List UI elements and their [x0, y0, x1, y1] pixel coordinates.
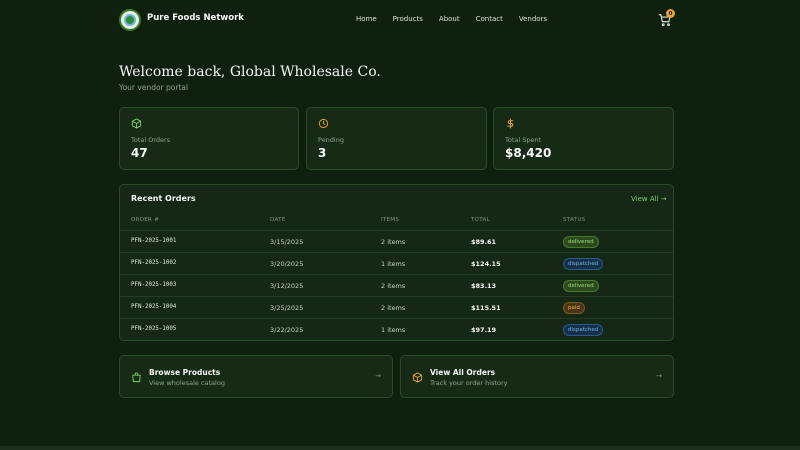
order-total: $115.51: [471, 304, 501, 312]
order-id[interactable]: PFN-2025-1005: [131, 326, 176, 332]
welcome-title: Welcome back, Global Wholesale Co.: [119, 64, 381, 80]
recent-orders-panel: Recent Orders View All → ORDER # DATE IT…: [119, 184, 674, 341]
recent-orders-title: Recent Orders: [131, 194, 196, 203]
page-footer-edge: [0, 446, 800, 450]
stat-label: Pending: [318, 136, 344, 144]
status-badge: dispatched: [563, 324, 604, 336]
package-icon: [412, 372, 423, 383]
stat-label: Total Orders: [131, 136, 171, 144]
action-title: View All Orders: [430, 368, 496, 377]
status-badge: delivered: [563, 280, 599, 292]
order-date: 3/22/2025: [270, 326, 304, 334]
order-total: $124.15: [471, 260, 501, 268]
nav-link-products[interactable]: Products: [393, 15, 423, 23]
column-header-order[interactable]: ORDER #: [131, 217, 159, 223]
nav-link-about[interactable]: About: [439, 15, 460, 23]
table-row[interactable]: PFN-2025-1005 3/22/2025 1 items $97.19 d…: [120, 319, 673, 341]
table-row[interactable]: PFN-2025-1003 3/12/2025 2 items $83.13 d…: [120, 275, 673, 297]
welcome-subtitle: Your vendor portal: [119, 83, 189, 92]
order-items: 2 items: [381, 238, 406, 246]
arrow-right-icon: →: [375, 372, 381, 380]
order-date: 3/12/2025: [270, 282, 304, 290]
order-total: $89.61: [471, 238, 497, 246]
stat-label: Total Spent: [505, 136, 542, 144]
status-badge: delivered: [563, 236, 599, 248]
order-items: 2 items: [381, 304, 406, 312]
nav-link-home[interactable]: Home: [356, 15, 377, 23]
order-items: 2 items: [381, 282, 406, 290]
stat-card-total-spent: Total Spent $8,420: [493, 107, 674, 170]
box-icon: [131, 118, 142, 129]
table-header: ORDER # DATE ITEMS TOTAL STATUS: [120, 211, 673, 231]
order-id[interactable]: PFN-2025-1004: [131, 304, 176, 310]
nav-links: Home Products About Contact Vendors: [356, 15, 563, 23]
action-title: Browse Products: [149, 368, 221, 377]
column-header-items[interactable]: ITEMS: [381, 217, 399, 223]
order-items: 1 items: [381, 326, 406, 334]
stat-card-total-orders: Total Orders 47: [119, 107, 299, 170]
cart-count-badge: 0: [666, 9, 675, 18]
top-nav: Pure Foods Network Home Products About C…: [0, 0, 800, 40]
stat-card-pending: Pending 3: [306, 107, 487, 170]
dollar-icon: [507, 118, 514, 129]
status-badge: paid: [563, 302, 585, 314]
order-id[interactable]: PFN-2025-1001: [131, 238, 176, 244]
nav-link-vendors[interactable]: Vendors: [519, 15, 547, 23]
view-all-orders-card[interactable]: View All Orders Track your order history…: [400, 355, 674, 398]
table-row[interactable]: PFN-2025-1001 3/15/2025 2 items $89.61 d…: [120, 231, 673, 253]
stat-value: $8,420: [505, 146, 552, 160]
brand-logo[interactable]: [119, 9, 141, 31]
column-header-date[interactable]: DATE: [270, 217, 286, 223]
browse-products-card[interactable]: Browse Products View wholesale catalog →: [119, 355, 393, 398]
table-row[interactable]: PFN-2025-1004 3/25/2025 2 items $115.51 …: [120, 297, 673, 319]
arrow-right-icon: →: [656, 372, 662, 380]
order-total: $97.19: [471, 326, 497, 334]
order-date: 3/15/2025: [270, 238, 304, 246]
column-header-status[interactable]: STATUS: [563, 217, 585, 223]
table-row[interactable]: PFN-2025-1002 3/20/2025 1 items $124.15 …: [120, 253, 673, 275]
stat-value: 3: [318, 146, 327, 160]
order-id[interactable]: PFN-2025-1003: [131, 282, 176, 288]
brand-name[interactable]: Pure Foods Network: [147, 13, 244, 23]
order-id[interactable]: PFN-2025-1002: [131, 260, 176, 266]
order-items: 1 items: [381, 260, 406, 268]
action-subtitle: View wholesale catalog: [149, 379, 225, 387]
stat-value: 47: [131, 146, 148, 160]
view-all-link[interactable]: View All →: [631, 195, 667, 203]
clock-icon: [318, 118, 329, 129]
status-badge: dispatched: [563, 258, 604, 270]
column-header-total[interactable]: TOTAL: [471, 217, 490, 223]
order-date: 3/20/2025: [270, 260, 304, 268]
shopping-bag-icon: [132, 372, 141, 383]
order-total: $83.13: [471, 282, 497, 290]
action-subtitle: Track your order history: [430, 379, 508, 387]
nav-link-contact[interactable]: Contact: [476, 15, 503, 23]
order-date: 3/25/2025: [270, 304, 304, 312]
